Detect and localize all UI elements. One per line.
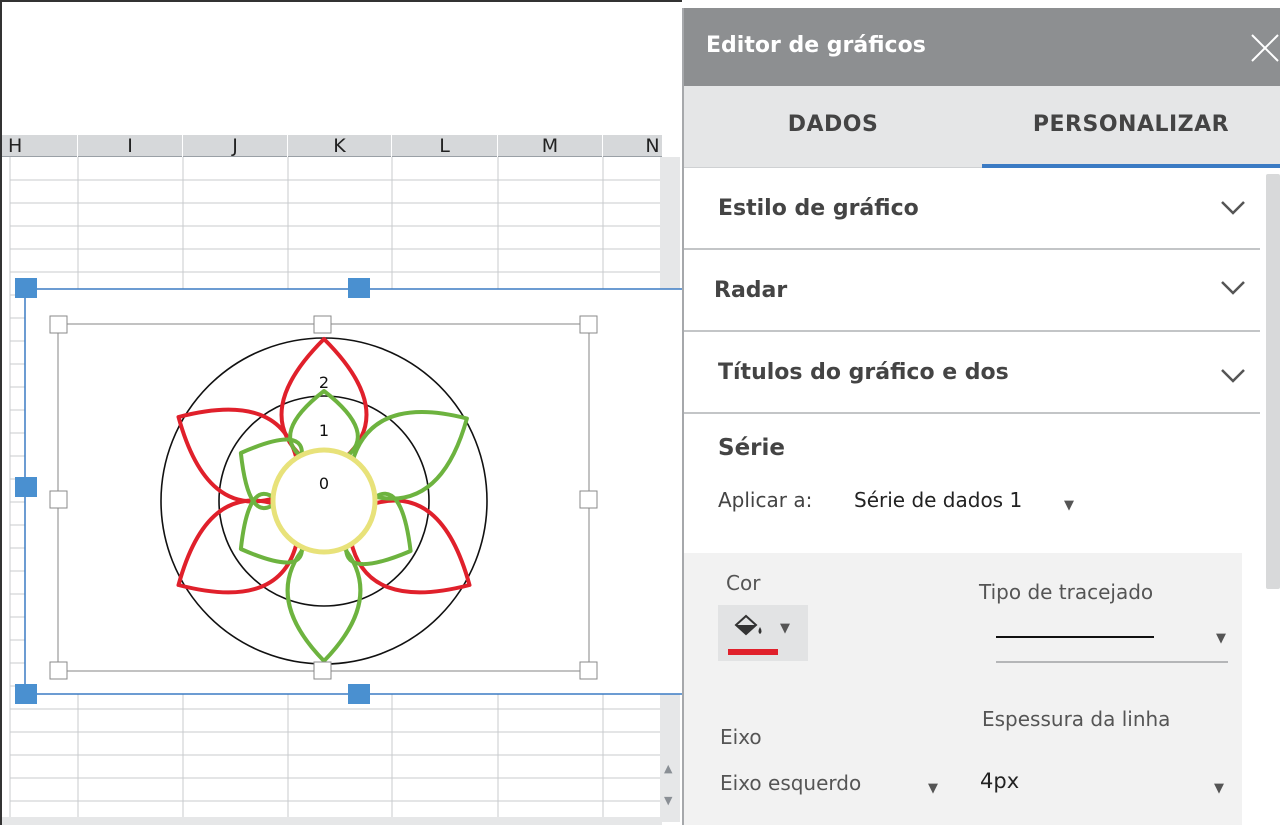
section-label: Radar [714, 278, 788, 303]
line-thickness-select[interactable]: 4px [980, 769, 1019, 793]
plot-area-handle[interactable] [313, 315, 332, 334]
chart-editor-panel: Editor de gráficos DADOS PERSONALIZAR Es… [682, 8, 1280, 825]
section-titulos[interactable]: Títulos do gráfico e dos [684, 332, 1260, 414]
dropdown-arrow-icon[interactable]: ▼ [1216, 631, 1226, 646]
paint-bucket-icon [734, 614, 762, 636]
center-circle [270, 447, 378, 555]
serie-heading: Série [718, 435, 785, 461]
dropdown-arrow-icon: ▼ [780, 621, 790, 636]
apply-to-label: Aplicar a: [718, 488, 813, 512]
chart-resize-handle[interactable] [15, 684, 37, 704]
plot-area-handle[interactable] [579, 490, 598, 509]
dash-type-preview[interactable] [996, 636, 1154, 638]
dropdown-arrow-icon[interactable]: ▼ [928, 781, 938, 796]
editor-title: Editor de gráficos [706, 33, 926, 58]
customize-panel-body: Estilo de gráfico Radar Títulos do gráfi… [684, 168, 1264, 825]
section-estilo-de-grafico[interactable]: Estilo de gráfico [684, 168, 1260, 250]
panel-scrollbar[interactable] [1266, 174, 1280, 589]
section-radar[interactable]: Radar [684, 250, 1260, 332]
section-label: Títulos do gráfico e dos [718, 360, 1009, 385]
dropdown-arrow-icon[interactable]: ▼ [1064, 498, 1074, 513]
color-picker-button[interactable]: ▼ [718, 605, 808, 661]
line-thickness-label: Espessura da linha [982, 707, 1171, 731]
apply-to-select[interactable]: Série de dados 1 [854, 488, 1022, 512]
selected-color-swatch [728, 649, 778, 655]
dropdown-arrow-icon[interactable]: ▼ [1214, 781, 1224, 796]
axis-label: Eixo [720, 725, 762, 749]
color-label: Cor [726, 571, 761, 595]
plot-area-handle[interactable] [49, 315, 68, 334]
spreadsheet-area[interactable]: H I J K L M N ▲ ▼ 2 1 0 [0, 0, 682, 825]
chevron-down-icon[interactable] [1220, 368, 1246, 384]
axis-label-0: 0 [319, 474, 329, 493]
close-icon[interactable] [1248, 31, 1280, 63]
dash-select-underline [996, 661, 1228, 663]
chart-resize-handle[interactable] [348, 278, 370, 298]
chart-resize-handle[interactable] [15, 278, 37, 298]
plot-area-handle[interactable] [579, 315, 598, 334]
editor-header: Editor de gráficos [684, 8, 1280, 86]
plot-area-handle[interactable] [579, 661, 598, 680]
tab-dados[interactable]: DADOS [684, 86, 982, 168]
axis-label-1: 1 [319, 421, 329, 440]
radar-chart[interactable]: 2 1 0 [2, 2, 682, 825]
dash-type-label: Tipo de tracejado [979, 580, 1154, 604]
axis-select[interactable]: Eixo esquerdo [720, 771, 861, 795]
axis-label-2: 2 [319, 373, 329, 392]
series-style-box: Cor ▼ Tipo de tracejado ▼ Eixo Eixo esqu… [684, 553, 1242, 825]
section-label: Estilo de gráfico [718, 196, 919, 221]
chevron-down-icon[interactable] [1220, 200, 1246, 216]
editor-tabs: DADOS PERSONALIZAR [684, 86, 1280, 168]
chart-resize-handle[interactable] [15, 477, 37, 497]
plot-area-handle[interactable] [313, 661, 332, 680]
tab-personalizar[interactable]: PERSONALIZAR [982, 86, 1280, 168]
chevron-down-icon[interactable] [1220, 280, 1246, 296]
plot-area-handle[interactable] [49, 490, 68, 509]
chart-resize-handle[interactable] [348, 684, 370, 704]
plot-area-handle[interactable] [49, 661, 68, 680]
